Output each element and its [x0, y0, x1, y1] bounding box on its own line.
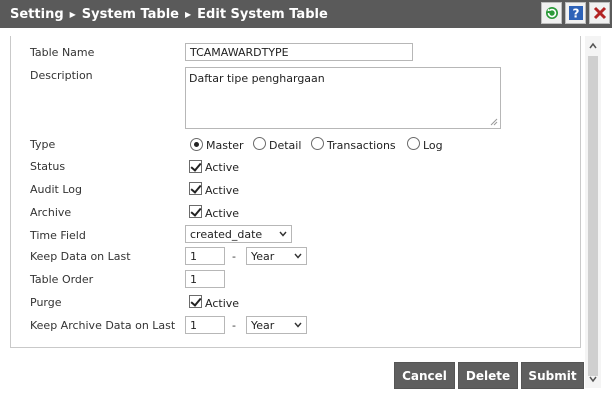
status-checkbox[interactable]: [189, 160, 202, 173]
chevron-down-icon: [294, 253, 302, 259]
status-check-label: Active: [205, 161, 240, 174]
scrollbar-thumb[interactable]: [588, 56, 598, 376]
type-option-detail: Detail: [269, 139, 302, 152]
table-name-input[interactable]: TCAMAWARDTYPE: [185, 43, 413, 61]
purge-checkbox[interactable]: [189, 295, 202, 308]
audit-log-checkbox[interactable]: [189, 182, 202, 195]
table-order-label: Table Order: [30, 273, 94, 286]
description-value: Daftar tipe penghargaan: [189, 72, 325, 85]
svg-text:?: ?: [572, 7, 579, 21]
keep-data-input[interactable]: 1: [185, 247, 225, 265]
keep-archive-input[interactable]: 1: [185, 316, 225, 334]
submit-button[interactable]: Submit: [521, 362, 584, 389]
type-radio-log[interactable]: [407, 137, 420, 150]
time-field-value: created_date: [190, 228, 263, 241]
type-radio-transactions[interactable]: [311, 137, 324, 150]
breadcrumb-system-table[interactable]: System Table: [82, 7, 179, 22]
page-title: Edit System Table: [197, 6, 328, 22]
time-field-select[interactable]: created_date: [185, 225, 292, 243]
chevron-down-icon: [294, 322, 302, 328]
type-option-master: Master: [206, 139, 244, 152]
scroll-up-icon[interactable]: [588, 41, 598, 51]
breadcrumb-separator-icon: ▶: [69, 9, 76, 19]
purge-check-label: Active: [205, 297, 240, 310]
description-textarea[interactable]: Daftar tipe penghargaan: [185, 67, 501, 129]
breadcrumb-separator-icon: ▶: [185, 9, 192, 19]
time-field-label: Time Field: [30, 229, 86, 242]
type-radio-master[interactable]: [190, 138, 203, 151]
toolbar-icons: ?: [541, 2, 610, 24]
table-order-input[interactable]: 1: [185, 270, 225, 288]
help-icon[interactable]: ?: [565, 2, 586, 24]
breadcrumb-setting[interactable]: Setting: [10, 7, 64, 22]
status-label: Status: [30, 160, 66, 173]
table-name-label: Table Name: [30, 46, 95, 59]
type-radio-detail[interactable]: [253, 137, 266, 150]
keep-data-dash: -: [232, 250, 236, 263]
audit-log-label: Audit Log: [30, 183, 82, 196]
refresh-icon[interactable]: [541, 2, 562, 24]
keep-archive-unit-select[interactable]: Year: [246, 316, 307, 334]
scrollbar[interactable]: [585, 36, 601, 388]
type-option-log: Log: [423, 139, 443, 152]
archive-label: Archive: [30, 206, 72, 219]
keep-data-label: Keep Data on Last: [30, 250, 131, 263]
archive-check-label: Active: [205, 207, 240, 220]
cancel-button[interactable]: Cancel: [394, 362, 455, 389]
keep-data-unit-select[interactable]: Year: [246, 247, 307, 265]
keep-data-unit-value: Year: [251, 250, 275, 263]
close-icon[interactable]: [589, 2, 610, 24]
type-label: Type: [30, 138, 56, 151]
audit-log-check-label: Active: [205, 184, 240, 197]
archive-checkbox[interactable]: [189, 205, 202, 218]
keep-archive-label: Keep Archive Data on Last: [30, 319, 176, 332]
description-label: Description: [30, 69, 93, 82]
purge-label: Purge: [30, 296, 62, 309]
keep-archive-dash: -: [232, 319, 236, 332]
scroll-down-icon[interactable]: [588, 374, 598, 384]
resize-handle-icon[interactable]: [490, 118, 498, 126]
chevron-down-icon: [279, 231, 287, 237]
delete-button[interactable]: Delete: [458, 362, 518, 389]
title-bar: Setting ▶ System Table ▶ Edit System Tab…: [0, 0, 612, 28]
keep-archive-unit-value: Year: [251, 319, 275, 332]
type-option-transactions: Transactions: [327, 139, 396, 152]
